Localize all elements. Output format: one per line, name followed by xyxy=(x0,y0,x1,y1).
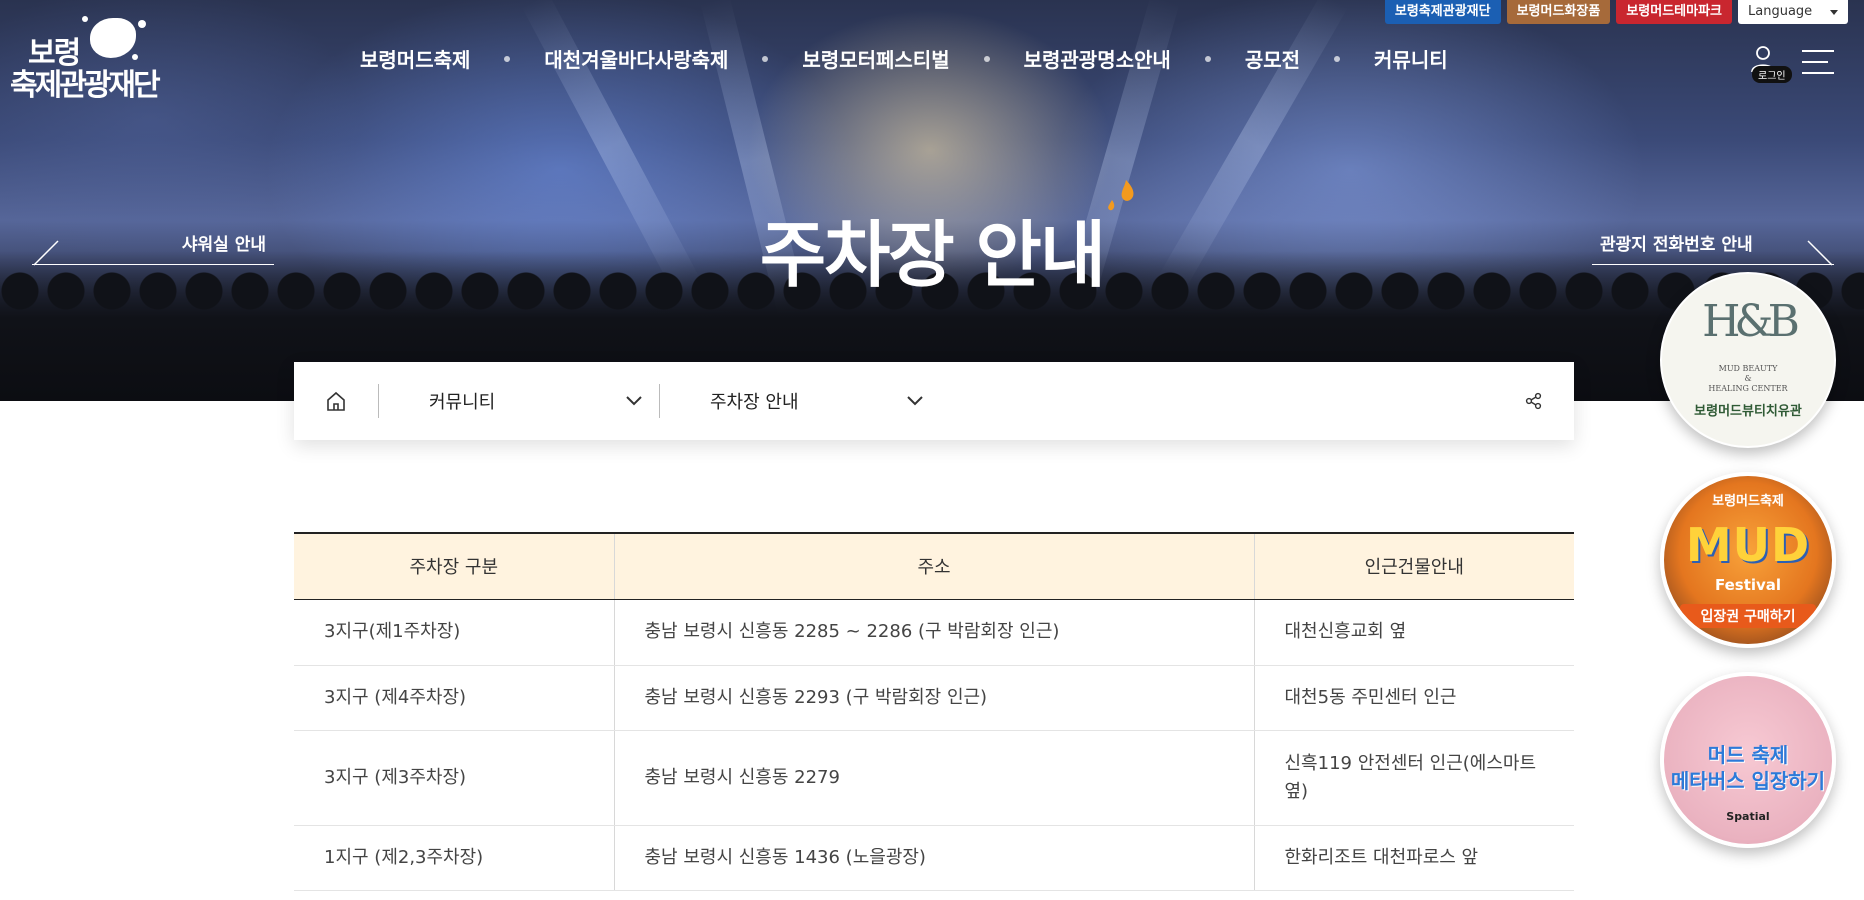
prev-underline xyxy=(32,264,274,265)
link-mud-themepark[interactable]: 보령머드테마파크 xyxy=(1616,0,1732,24)
logo-line2: 축제관광재단 xyxy=(10,68,161,103)
table-row: 3지구 (제4주차장) 충남 보령시 신흥동 2293 (구 박람회장 인근) … xyxy=(294,665,1574,731)
festival-ticket-banner[interactable]: 보령머드축제 MUD Festival 입장권 구매하기 xyxy=(1660,472,1836,648)
prev-page-label: 샤워실 안내 xyxy=(181,235,266,255)
column-header: 주차장 구분 xyxy=(294,532,614,600)
arrow-right-icon xyxy=(1807,240,1833,266)
mud-splash-icon xyxy=(90,18,136,58)
table-cell: 1지구 (제2,3주차장) xyxy=(294,825,614,891)
nav-separator xyxy=(1204,55,1211,62)
beauty-center-label: 보령머드뷰티치유관 xyxy=(1694,404,1802,419)
main-nav: 보령머드축제 대천겨울바다사랑축제 보령모터페스티벌 보령관광명소안내 공모전 … xyxy=(360,44,1448,73)
login-button[interactable]: 로그인 xyxy=(1748,44,1792,83)
table-cell: 충남 보령시 신흥동 1436 (노을광장) xyxy=(613,825,1254,891)
beauty-center-banner[interactable]: H&B MUD BEAUTY & HEALING CENTER 보령머드뷰티치유… xyxy=(1660,272,1836,448)
home-button[interactable] xyxy=(294,362,378,440)
column-header: 주소 xyxy=(613,532,1254,600)
table-cell: 한화리조트 대천파로스 앞 xyxy=(1253,825,1574,891)
metaverse-line: 메타버스 입장하기 xyxy=(1670,769,1826,793)
language-label: Language xyxy=(1748,4,1813,19)
table-cell: 신흑119 안전센터 인근(에스마트 옆) xyxy=(1253,730,1574,826)
chevron-down-icon xyxy=(907,396,923,406)
chevron-down-icon xyxy=(626,396,642,406)
share-button[interactable] xyxy=(1494,362,1574,440)
language-select[interactable]: Language xyxy=(1738,0,1848,24)
breadcrumb-depth2-label: 주차장 안내 xyxy=(710,392,799,413)
link-mud-cosmetics[interactable]: 보령머드화장품 xyxy=(1506,0,1611,24)
table-cell: 3지구(제1주차장) xyxy=(294,599,614,666)
nav-motor-festival[interactable]: 보령모터페스티벌 xyxy=(802,44,949,73)
next-page-label: 관광지 전화번호 안내 xyxy=(1600,235,1753,255)
breadcrumb-depth2-select[interactable]: 주차장 안내 xyxy=(660,362,940,440)
metaverse-banner[interactable]: 머드 축제 메타버스 입장하기 Spatial xyxy=(1660,672,1836,848)
caret-down-icon xyxy=(1830,9,1838,15)
table-header-row: 주차장 구분 주소 인근건물안내 xyxy=(294,532,1574,600)
login-label: 로그인 xyxy=(1752,66,1792,83)
table-cell: 충남 보령시 신흥동 2293 (구 박람회장 인근) xyxy=(613,665,1254,731)
table-cell: 충남 보령시 신흥동 2279 xyxy=(613,730,1254,826)
nav-separator xyxy=(762,55,769,62)
next-underline xyxy=(1592,264,1834,265)
table-cell: 3지구 (제3주차장) xyxy=(294,730,614,826)
table-cell: 대천신흥교회 옆 xyxy=(1253,599,1574,666)
link-foundation[interactable]: 보령축제관광재단 xyxy=(1384,0,1501,24)
beauty-sub-line: HEALING CENTER xyxy=(1708,384,1788,393)
festival-big-label: MUD xyxy=(1685,518,1811,572)
nav-separator xyxy=(504,55,511,62)
beauty-subtitle: MUD BEAUTY & HEALING CENTER xyxy=(1662,364,1834,394)
metaverse-line: 머드 축제 xyxy=(1707,743,1789,767)
header-icons: 로그인 xyxy=(1748,44,1834,83)
table-cell: 3지구 (제4주차장) xyxy=(294,665,614,731)
breadcrumb-depth1-label: 커뮤니티 xyxy=(429,392,496,413)
arrow-left-icon xyxy=(33,240,59,266)
nav-tourist-attractions[interactable]: 보령관광명소안내 xyxy=(1024,44,1171,73)
festival-top-label: 보령머드축제 xyxy=(1712,494,1784,509)
spatial-brand: Spatial xyxy=(1726,810,1770,823)
table-row: 3지구 (제3주차장) 충남 보령시 신흥동 2279 신흑119 안전센터 인… xyxy=(294,730,1574,826)
nav-mud-festival[interactable]: 보령머드축제 xyxy=(360,44,470,73)
nav-community[interactable]: 커뮤니티 xyxy=(1374,44,1448,73)
nav-separator xyxy=(1334,55,1341,62)
page-title: 주차장 안내 xyxy=(759,213,1106,297)
festival-mid-label: Festival xyxy=(1714,576,1782,594)
splash-dot xyxy=(82,16,88,22)
nav-winter-sea-festival[interactable]: 대천겨울바다사랑축제 xyxy=(544,44,728,73)
ticket-purchase-label: 입장권 구매하기 xyxy=(1680,604,1816,628)
share-icon xyxy=(1525,392,1542,410)
beauty-sub-line: & xyxy=(1744,374,1752,383)
table-row: 3지구(제1주차장) 충남 보령시 신흥동 2285 ~ 2286 (구 박람회… xyxy=(294,599,1574,666)
menu-icon[interactable] xyxy=(1802,50,1834,74)
utility-links: 보령축제관광재단 보령머드화장품 보령머드테마파크 Language xyxy=(1384,0,1848,24)
column-header: 인근건물안내 xyxy=(1253,532,1574,600)
table-cell: 대천5동 주민센터 인근 xyxy=(1253,665,1574,731)
breadcrumb: 커뮤니티 주차장 안내 xyxy=(294,362,1574,440)
nav-contest[interactable]: 공모전 xyxy=(1245,44,1300,73)
accent-drop-icon xyxy=(1108,180,1134,211)
table-cell: 충남 보령시 신흥동 2285 ~ 2286 (구 박람회장 인근) xyxy=(613,599,1254,666)
table-row: 1지구 (제2,3주차장) 충남 보령시 신흥동 1436 (노을광장) 한화리… xyxy=(294,825,1574,891)
beauty-sub-line: MUD BEAUTY xyxy=(1718,364,1778,373)
splash-dot xyxy=(138,20,146,28)
site-logo[interactable]: 보령 축제관광재단 xyxy=(10,14,175,109)
home-icon xyxy=(327,391,345,411)
hb-logo: H&B xyxy=(1702,296,1800,347)
parking-table: 주차장 구분 주소 인근건물안내 3지구(제1주차장) 충남 보령시 신흥동 2… xyxy=(294,532,1574,891)
breadcrumb-depth1-select[interactable]: 커뮤니티 xyxy=(379,362,659,440)
nav-separator xyxy=(983,55,990,62)
metaverse-title: 머드 축제 메타버스 입장하기 xyxy=(1664,742,1832,794)
